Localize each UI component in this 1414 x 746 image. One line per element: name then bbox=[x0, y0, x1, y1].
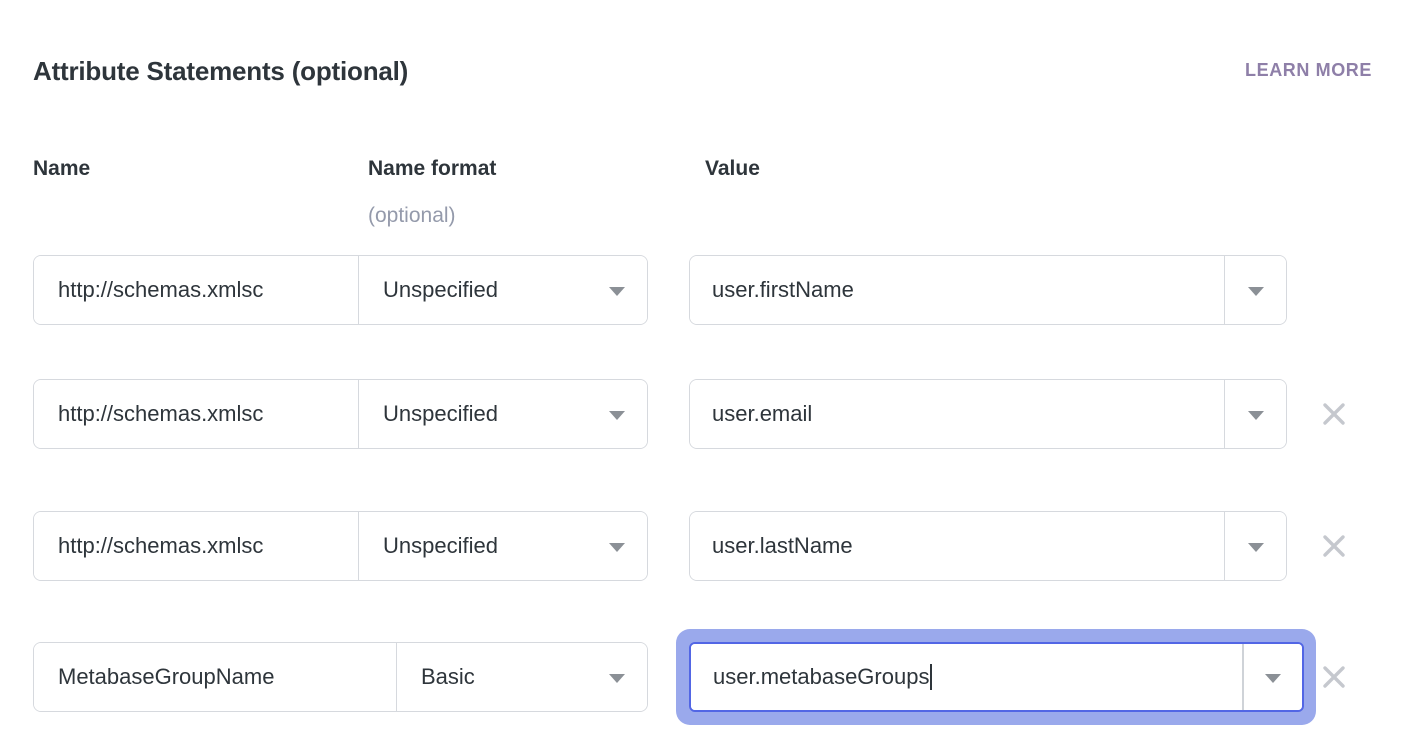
value-input[interactable]: user.email bbox=[690, 380, 1224, 448]
name-and-format-group: http://schemas.xmlsc Unspecified bbox=[33, 255, 648, 325]
value-dropdown-button[interactable] bbox=[1242, 644, 1302, 710]
chevron-down-icon bbox=[1248, 543, 1264, 552]
learn-more-link[interactable]: LEARN MORE bbox=[1245, 60, 1372, 81]
name-format-select-value: Unspecified bbox=[383, 401, 498, 427]
name-format-select-value: Basic bbox=[421, 664, 475, 690]
value-dropdown-button[interactable] bbox=[1224, 512, 1286, 580]
remove-row-button[interactable] bbox=[1318, 530, 1350, 562]
name-input[interactable]: MetabaseGroupName bbox=[34, 643, 397, 711]
text-cursor bbox=[930, 664, 932, 690]
attribute-statements-section: Attribute Statements (optional) LEARN MO… bbox=[0, 0, 1414, 746]
chevron-down-icon bbox=[609, 543, 625, 552]
name-format-select[interactable]: Unspecified bbox=[359, 512, 647, 580]
remove-row-button[interactable] bbox=[1318, 398, 1350, 430]
name-input[interactable]: http://schemas.xmlsc bbox=[34, 380, 359, 448]
column-header-name: Name bbox=[33, 157, 90, 181]
value-group-focused: user.metabaseGroups bbox=[676, 629, 1316, 725]
chevron-down-icon bbox=[609, 287, 625, 296]
value-dropdown-button[interactable] bbox=[1224, 256, 1286, 324]
name-format-select[interactable]: Basic bbox=[397, 643, 647, 711]
value-input[interactable]: user.metabaseGroups bbox=[691, 644, 1242, 710]
name-and-format-group: http://schemas.xmlsc Unspecified bbox=[33, 379, 648, 449]
name-and-format-group: http://schemas.xmlsc Unspecified bbox=[33, 511, 648, 581]
value-input-text: user.metabaseGroups bbox=[713, 664, 929, 690]
column-header-name-format-optional: (optional) bbox=[368, 204, 456, 228]
name-and-format-group: MetabaseGroupName Basic bbox=[33, 642, 648, 712]
column-header-value: Value bbox=[705, 157, 760, 181]
name-input[interactable]: http://schemas.xmlsc bbox=[34, 256, 359, 324]
value-input[interactable]: user.lastName bbox=[690, 512, 1224, 580]
chevron-down-icon bbox=[1265, 674, 1281, 683]
name-format-select-value: Unspecified bbox=[383, 533, 498, 559]
name-input[interactable]: http://schemas.xmlsc bbox=[34, 512, 359, 580]
value-group: user.email bbox=[689, 379, 1287, 449]
value-group: user.firstName bbox=[689, 255, 1287, 325]
value-group: user.lastName bbox=[689, 511, 1287, 581]
column-header-name-format: Name format bbox=[368, 157, 496, 181]
chevron-down-icon bbox=[1248, 411, 1264, 420]
remove-row-button[interactable] bbox=[1318, 661, 1350, 693]
chevron-down-icon bbox=[609, 411, 625, 420]
name-format-select[interactable]: Unspecified bbox=[359, 256, 647, 324]
value-dropdown-button[interactable] bbox=[1224, 380, 1286, 448]
chevron-down-icon bbox=[1248, 287, 1264, 296]
name-format-select[interactable]: Unspecified bbox=[359, 380, 647, 448]
chevron-down-icon bbox=[609, 674, 625, 683]
page-title: Attribute Statements (optional) bbox=[33, 56, 408, 87]
name-format-select-value: Unspecified bbox=[383, 277, 498, 303]
value-input[interactable]: user.firstName bbox=[690, 256, 1224, 324]
